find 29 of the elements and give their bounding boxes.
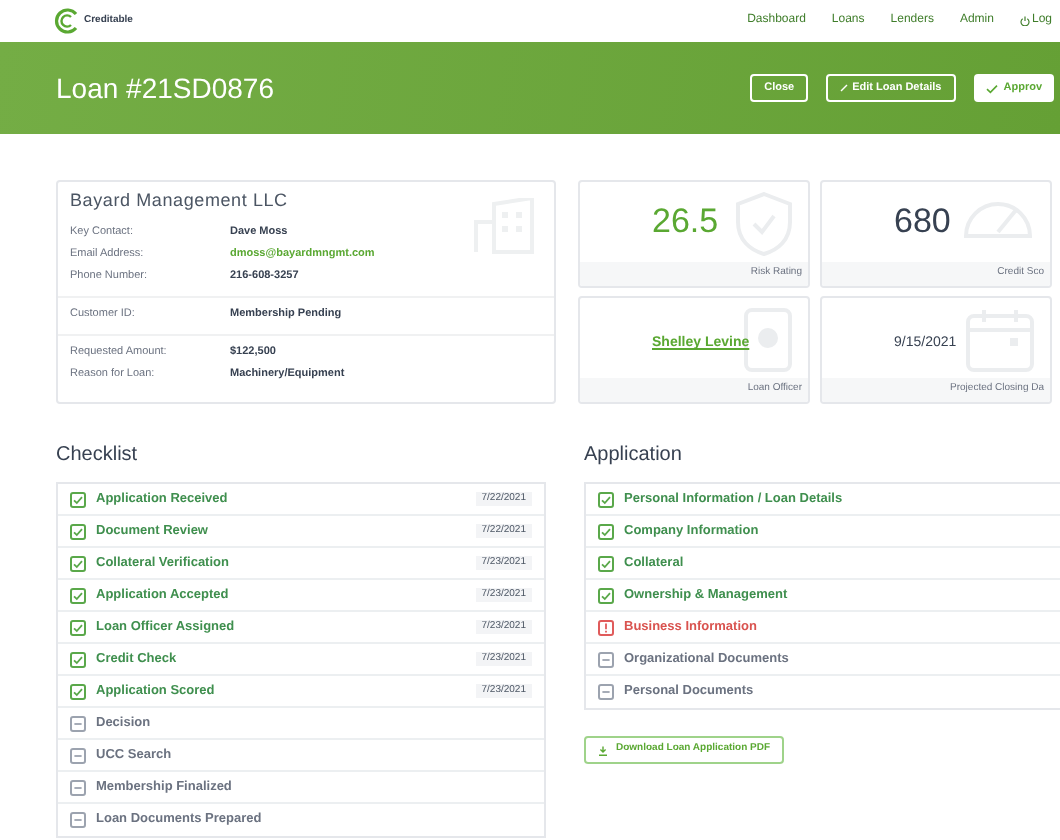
checkbox-checked-icon [598,491,614,507]
checkbox-checked-icon [70,683,86,699]
section-heading: Application [584,442,684,470]
stat-value: 26.5 [652,202,719,240]
checkbox-minus-icon [70,779,86,795]
checkbox-checked-icon [70,523,86,539]
section-heading: Checklist [56,442,140,470]
company-name: Bayard Management LLC [70,188,290,214]
checkbox-checked-icon [70,555,86,571]
logo-icon [54,8,80,34]
checkbox-minus-icon [598,651,614,667]
checkbox-minus-icon [70,747,86,763]
pencil-icon [840,84,849,92]
checkbox-checked-icon [598,523,614,539]
stat-value: 680 [894,202,951,240]
check-icon [985,83,998,93]
error-box-icon [598,619,614,635]
checkbox-checked-icon [70,651,86,667]
checkbox-checked-icon [598,555,614,571]
download-icon [598,745,608,755]
checkbox-minus-icon [70,812,86,828]
checkbox-checked-icon [70,491,86,507]
checkbox-checked-icon [70,619,86,635]
loan-title: Loan #21SD0876 [56,69,274,107]
power-icon [1019,16,1030,26]
checkbox-minus-icon [598,684,614,700]
checkbox-checked-icon [70,587,86,603]
checkbox-minus-icon [70,715,86,731]
checkbox-checked-icon [598,587,614,603]
